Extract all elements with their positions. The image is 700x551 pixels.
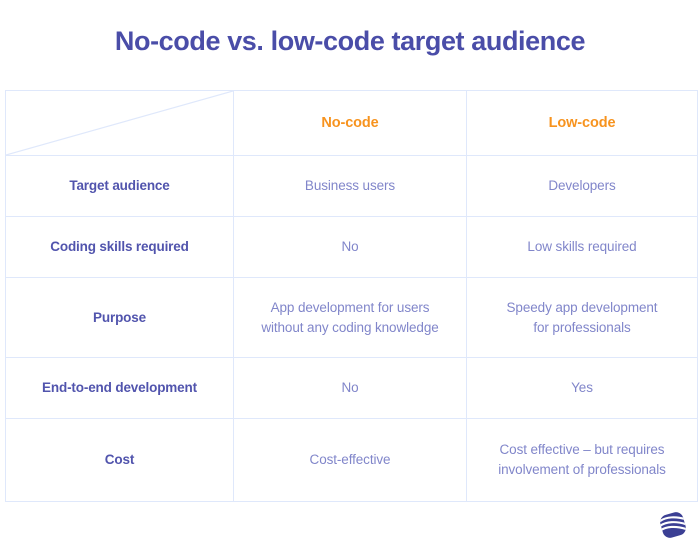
row-value-low-code: Developers	[466, 155, 698, 217]
column-header-low-code-label: Low-code	[548, 115, 616, 131]
row-label: Purpose	[93, 309, 146, 325]
cell-text: No	[246, 378, 454, 398]
diagonal-divider-icon	[6, 91, 233, 155]
cell-text: Low skills required	[479, 237, 685, 257]
row-label: Target audience	[69, 178, 170, 193]
row-value-low-code: Speedy app development for professionals	[466, 277, 698, 358]
cell-line: involvement of professionals	[498, 462, 666, 477]
cell-line: Low skills required	[527, 239, 637, 255]
column-header-low-code: Low-code	[466, 90, 698, 156]
row-value-no-code: App development for users without any co…	[233, 277, 467, 358]
row-value-low-code: Cost effective – but requires involvemen…	[466, 418, 698, 502]
row-value-no-code: Cost-effective	[233, 418, 467, 502]
table-header-row: No-code Low-code	[5, 90, 698, 156]
cell-line: Cost effective – but requires	[499, 442, 665, 458]
row-label-cell: Coding skills required	[5, 216, 234, 278]
table-row: Target audience Business users Developer…	[5, 155, 698, 217]
row-value-no-code: No	[233, 216, 467, 278]
table-row: End-to-end development No Yes	[5, 357, 698, 419]
cell-line: for professionals	[533, 319, 631, 335]
cell-text: App development for users without any co…	[246, 298, 454, 337]
row-value-low-code: Low skills required	[466, 216, 698, 278]
table-row: Cost Cost-effective Cost effective – but…	[5, 418, 698, 502]
page-title: No-code vs. low-code target audience	[114, 26, 586, 56]
row-value-low-code: Yes	[466, 357, 698, 419]
cell-line: without any coding knowledge	[261, 319, 439, 335]
cell-line: Developers	[548, 178, 616, 194]
cell-line: Cost-effective	[309, 452, 391, 468]
table-row: Coding skills required No Low skills req…	[5, 216, 698, 278]
cell-line: Yes	[571, 380, 593, 396]
row-label-cell: End-to-end development	[5, 357, 234, 419]
table-row: Purpose App development for users withou…	[5, 277, 698, 358]
company-logo-icon	[659, 512, 687, 538]
cell-text: No	[246, 237, 454, 257]
cell-line: Business users	[304, 178, 396, 194]
cell-text: Cost-effective	[246, 450, 454, 470]
row-label: End-to-end development	[42, 380, 197, 395]
cell-text: Speedy app development for professionals	[479, 298, 685, 337]
row-label: Coding skills required	[50, 239, 189, 254]
row-label-cell: Cost	[5, 418, 234, 502]
column-header-no-code-label: No-code	[321, 115, 379, 131]
column-header-no-code: No-code	[233, 90, 467, 156]
table-corner-cell	[5, 90, 234, 156]
cell-text: Cost effective – but requires involvemen…	[479, 440, 685, 479]
cell-text: Yes	[479, 378, 685, 398]
cell-line: App development for users	[270, 299, 430, 315]
cell-text: Business users	[246, 176, 454, 196]
row-label-cell: Target audience	[5, 155, 234, 217]
cell-line: No	[341, 239, 359, 255]
comparison-table: No-code Low-code Target audience Busines…	[5, 90, 698, 502]
cell-line: Speedy app development	[506, 299, 658, 315]
row-label: Cost	[104, 452, 135, 467]
cell-text: Developers	[479, 176, 685, 196]
cell-line: No	[341, 380, 359, 396]
row-label-cell: Purpose	[5, 277, 234, 358]
row-value-no-code: Business users	[233, 155, 467, 217]
row-value-no-code: No	[233, 357, 467, 419]
